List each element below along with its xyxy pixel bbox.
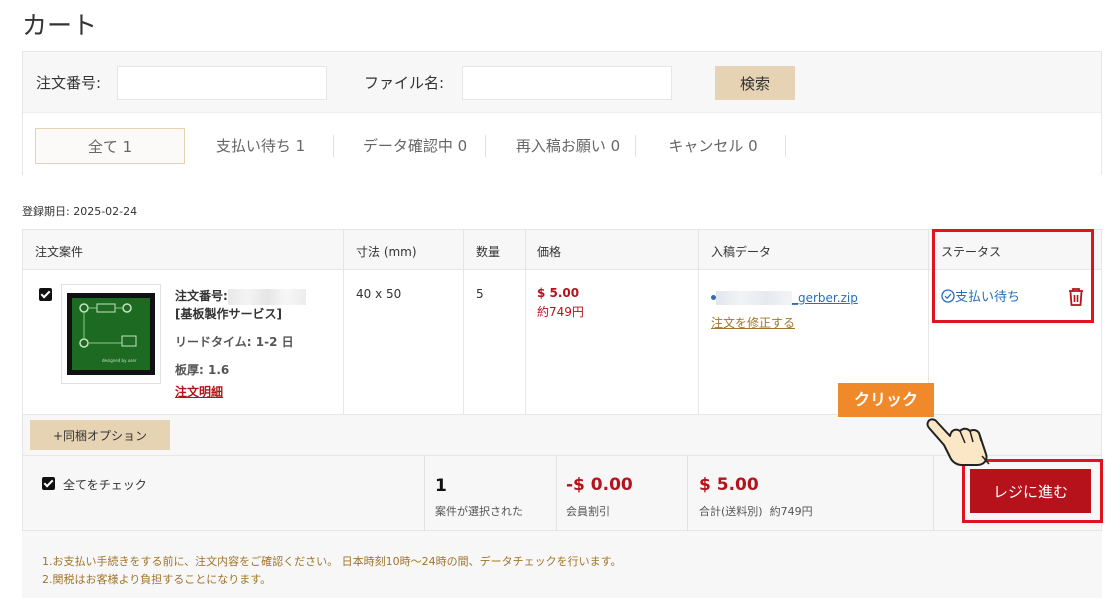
column-divider [525,230,526,414]
header-price: 価格 [537,245,562,259]
order-detail-link[interactable]: 注文明細 [175,383,223,400]
total-label: 合計(送料別) [699,505,763,518]
redacted-file-prefix [716,290,792,305]
redacted-order-number [227,288,306,305]
price-usd: $ 5.00 [537,286,580,300]
check-all-label[interactable]: 全てをチェック [63,476,147,493]
dimensions-value: 40 x 50 [356,287,402,301]
summary-divider [687,456,688,532]
bundle-option-button[interactable]: +同梱オプション [30,420,170,450]
file-name-label: ファイル名: [364,74,445,92]
search-panel: 注文番号: ファイル名: 検索 全て 1 支払い待ち 1 データ確認中 0 再入… [22,51,1102,176]
total-jpy: 約749円 [769,505,813,518]
summary-divider [556,456,557,532]
service-type: [基板製作サービス] [175,307,282,321]
pcb-thumbnail[interactable]: designed by user [61,284,161,384]
order-number-line: 注文番号: [175,287,306,305]
header-dimensions: 寸法 (mm) [356,245,417,259]
member-discount-value: -$ 0.00 [566,475,633,495]
selected-label: 案件が選択された [435,505,523,518]
tab-divider [635,135,636,157]
tab-divider [785,135,786,157]
svg-text:designed by user: designed by user [102,358,137,363]
tab-cancelled[interactable]: キャンセル 0 [643,128,783,164]
note-line-2: 2.関税はお客様より負担することになります。 [42,573,272,586]
column-divider [343,230,344,414]
status-highlight-box [932,229,1094,323]
column-divider [698,230,699,414]
order-number-label: 注文番号: [175,289,228,303]
header-uploaded-data: 入稿データ [711,245,772,259]
lead-time: リードタイム: 1-2 日 [175,335,294,349]
summary-divider [424,456,425,532]
price-jpy: 約749円 [537,305,584,319]
gerber-file-link[interactable]: _gerber.zip [792,291,858,305]
row-checkbox[interactable] [39,288,52,301]
edit-order-link[interactable]: 注文を修正する [711,314,795,331]
search-row: 注文番号: ファイル名: 検索 [23,52,1101,112]
tab-resubmission-requested[interactable]: 再入稿お願い 0 [493,128,643,164]
checkout-button[interactable]: レジに進む [970,469,1091,513]
status-tabs: 全て 1 支払い待ち 1 データ確認中 0 再入稿お願い 0 キャンセル 0 [23,112,1101,176]
pcb-image: designed by user [67,293,155,375]
search-button[interactable]: 検索 [715,66,795,100]
notes-panel: 1.お支払い手続きをする前に、注文内容をご確認ください。 日本時刻10時～24時… [22,531,1102,598]
registration-date: 登録期日: 2025-02-24 [22,205,138,218]
header-quantity: 数量 [476,245,501,259]
tab-awaiting-payment[interactable]: 支払い待ち 1 [193,128,328,164]
pcb-traces-graphic: designed by user [79,303,137,363]
tab-all[interactable]: 全て 1 [35,128,185,164]
tab-data-checking[interactable]: データ確認中 0 [341,128,489,164]
tab-divider [485,135,486,157]
board-thickness: 板厚: 1.6 [175,363,230,377]
click-callout: クリック [838,383,934,417]
header-order-item: 注文案件 [35,245,84,259]
tab-divider [333,135,334,157]
uploaded-file-line: _gerber.zip [711,287,858,306]
file-name-input[interactable] [462,66,672,100]
order-number-input[interactable] [117,66,327,100]
total-value: $ 5.00 [699,475,759,495]
order-number-label: 注文番号: [36,74,102,92]
selected-count: 1 [435,476,447,496]
quantity-value: 5 [476,287,484,301]
member-discount-label: 会員割引 [566,505,610,518]
note-line-1: 1.お支払い手続きをする前に、注文内容をご確認ください。 日本時刻10時～24時… [42,555,622,568]
total-label-line: 合計(送料別) 約749円 [699,503,813,519]
check-all-checkbox[interactable] [42,477,55,490]
column-divider [463,230,464,414]
page-title: カート [22,11,98,40]
pointing-hand-icon [926,418,990,466]
